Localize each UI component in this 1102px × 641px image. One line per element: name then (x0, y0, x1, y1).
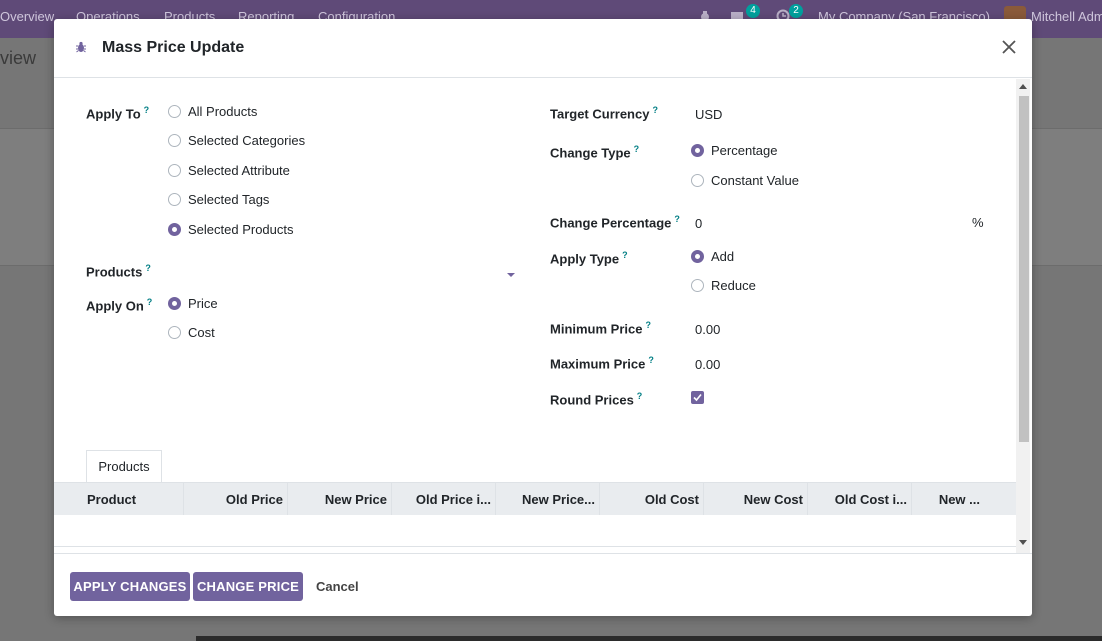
background-panel-right (1030, 128, 1102, 266)
apply-changes-button[interactable]: APPLY CHANGES (70, 572, 190, 601)
column-header-new-cost[interactable]: New Cost (704, 483, 808, 516)
dialog-scrollbar[interactable] (1016, 79, 1030, 553)
dialog-footer: APPLY CHANGES CHANGE PRICE Cancel (54, 553, 1032, 616)
checkmark-icon (693, 393, 702, 402)
radio-indicator[interactable] (691, 174, 704, 187)
products-table-header: Product Old Price New Price Old Price i.… (54, 482, 1016, 516)
scrollbar-thumb[interactable] (1019, 96, 1029, 442)
products-label: Products? (86, 263, 151, 280)
background-footer-bar (196, 636, 1102, 641)
apply-on-price-radio[interactable]: Price (168, 296, 218, 311)
apply-on-cost-radio[interactable]: Cost (168, 325, 215, 340)
apply-to-label: Apply To? (86, 105, 150, 122)
column-header-old-price-in-currency[interactable]: Old Price i... (392, 483, 496, 516)
radio-label: Selected Attribute (188, 163, 290, 178)
table-row (54, 515, 1016, 547)
apply-on-label: Apply On? (86, 297, 153, 314)
column-header-new-cost-in-currency[interactable]: New ... (912, 483, 1016, 516)
change-type-percentage-radio[interactable]: Percentage (691, 143, 778, 158)
chevron-down-icon[interactable] (507, 273, 515, 277)
background-panel (0, 128, 56, 266)
change-price-button[interactable]: CHANGE PRICE (193, 572, 303, 601)
apply-type-reduce-radio[interactable]: Reduce (691, 278, 756, 293)
minimum-price-label: Minimum Price? (550, 320, 651, 337)
radio-label: Selected Tags (188, 192, 270, 207)
activity-count-badge: 2 (789, 4, 803, 18)
scroll-up-icon[interactable] (1019, 84, 1027, 89)
radio-indicator[interactable] (168, 326, 181, 339)
maximum-price-input[interactable]: 0.00 (695, 357, 720, 372)
radio-indicator[interactable] (168, 105, 181, 118)
radio-label: All Products (188, 104, 258, 119)
radio-indicator[interactable] (168, 223, 181, 236)
apply-type-label: Apply Type? (550, 250, 628, 267)
target-currency-label: Target Currency? (550, 105, 658, 122)
radio-label: Selected Categories (188, 133, 306, 148)
column-header-old-price[interactable]: Old Price (184, 483, 288, 516)
apply-to-selected-attribute-radio[interactable]: Selected Attribute (168, 163, 290, 178)
change-percentage-label: Change Percentage? (550, 214, 680, 231)
column-header-product[interactable]: Product (54, 483, 184, 516)
close-icon[interactable] (999, 37, 1019, 57)
radio-label: Selected Products (188, 222, 294, 237)
dialog-body: Apply To? All Products Selected Categori… (54, 79, 1016, 553)
page-breadcrumb: view (0, 48, 37, 68)
column-header-old-cost-in-currency[interactable]: Old Cost i... (808, 483, 912, 516)
apply-to-selected-categories-radio[interactable]: Selected Categories (168, 133, 305, 148)
apply-to-selected-products-radio[interactable]: Selected Products (168, 222, 294, 237)
radio-indicator[interactable] (168, 134, 181, 147)
minimum-price-input[interactable]: 0.00 (695, 322, 720, 337)
radio-indicator[interactable] (691, 144, 704, 157)
change-percentage-input[interactable]: 0 (695, 216, 702, 231)
radio-label: Percentage (711, 143, 778, 158)
tab-products[interactable]: Products (86, 450, 162, 483)
radio-label: Constant Value (711, 173, 799, 188)
mass-price-update-dialog: Mass Price Update Apply To? All Products… (54, 19, 1032, 616)
percent-symbol: % (972, 215, 984, 230)
column-header-new-price-in-currency[interactable]: New Price... (496, 483, 600, 516)
radio-indicator[interactable] (168, 297, 181, 310)
change-type-constant-value-radio[interactable]: Constant Value (691, 173, 799, 188)
nav-overview[interactable]: Overview (0, 9, 54, 24)
radio-label: Reduce (711, 278, 756, 293)
dialog-header: Mass Price Update (54, 19, 1032, 78)
apply-type-add-radio[interactable]: Add (691, 249, 734, 264)
scroll-down-icon[interactable] (1019, 540, 1027, 545)
column-header-old-cost[interactable]: Old Cost (600, 483, 704, 516)
chat-count-badge: 4 (746, 4, 760, 18)
round-prices-label: Round Prices? (550, 391, 643, 408)
radio-label: Add (711, 249, 735, 264)
radio-indicator[interactable] (168, 164, 181, 177)
radio-indicator[interactable] (691, 250, 704, 263)
dialog-title: Mass Price Update (102, 39, 245, 56)
target-currency-field[interactable]: USD (695, 107, 722, 122)
round-prices-checkbox[interactable] (691, 391, 704, 404)
apply-to-all-products-radio[interactable]: All Products (168, 104, 257, 119)
radio-label: Price (188, 296, 218, 311)
maximum-price-label: Maximum Price? (550, 355, 654, 372)
radio-indicator[interactable] (691, 279, 704, 292)
column-header-new-price[interactable]: New Price (288, 483, 392, 516)
radio-label: Cost (188, 325, 215, 340)
user-menu[interactable]: Mitchell Adm (1031, 9, 1102, 24)
change-type-label: Change Type? (550, 144, 640, 161)
products-many2many-input[interactable] (168, 263, 508, 281)
apply-to-selected-tags-radio[interactable]: Selected Tags (168, 192, 269, 207)
cancel-button[interactable]: Cancel (316, 572, 359, 601)
radio-indicator[interactable] (168, 193, 181, 206)
bug-icon (76, 41, 86, 53)
